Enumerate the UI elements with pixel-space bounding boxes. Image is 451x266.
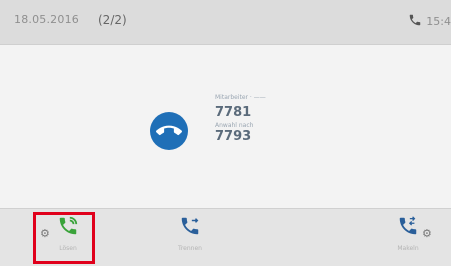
softkey-trennen[interactable]: Trennen (160, 215, 220, 263)
page-indicator: (2/2) (98, 13, 127, 27)
status-bar: 18.05.2016 (2/2) 15:4 (0, 0, 451, 45)
softkey-label: Makeln (397, 245, 419, 252)
date-label: 18.05.2016 (14, 13, 79, 26)
call-info: Mitarbeiter · —— 7781 Anwahl nach 7793 (215, 94, 266, 144)
highlight-box (33, 212, 95, 264)
phone-screen: 18.05.2016 (2/2) 15:4 Mitarbeiter · —— 7… (0, 0, 451, 266)
gear-icon-right[interactable]: ⚙ (422, 227, 432, 240)
status-right: 15:4 (408, 12, 451, 30)
caller-number: 7781 (215, 105, 252, 120)
clock-label: 15:4 (426, 14, 451, 28)
phone-swap-icon (397, 215, 419, 241)
target-number: 7793 (215, 129, 252, 144)
hangup-icon[interactable] (150, 112, 188, 150)
transfer-label: Anwahl nach (215, 122, 254, 129)
phone-icon (408, 12, 422, 31)
caller-name: Mitarbeiter · —— (215, 94, 266, 101)
softkey-label: Trennen (178, 245, 202, 252)
phone-transfer-icon (179, 215, 201, 241)
